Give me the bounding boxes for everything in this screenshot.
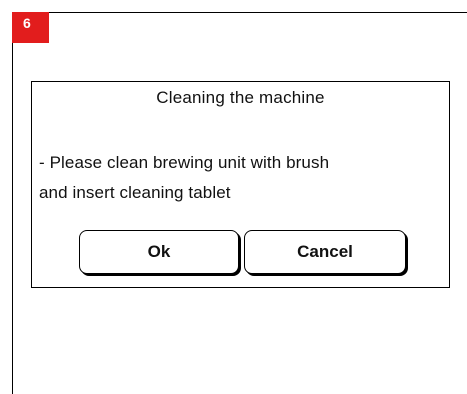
dialog-title: Cleaning the machine [156, 88, 325, 107]
step-number: 6 [23, 15, 31, 31]
dialog-message-line-1: - Please clean brewing unit with brush [39, 153, 330, 172]
cancel-button[interactable]: Cancel [244, 230, 406, 274]
dialog-message: - Please clean brewing unit with brush a… [39, 148, 444, 208]
cleaning-dialog: Cleaning the machine - Please clean brew… [31, 81, 450, 288]
ok-button[interactable]: Ok [79, 230, 239, 274]
dialog-message-line-2: and insert cleaning tablet [39, 183, 231, 202]
step-number-badge: 6 [12, 12, 49, 43]
